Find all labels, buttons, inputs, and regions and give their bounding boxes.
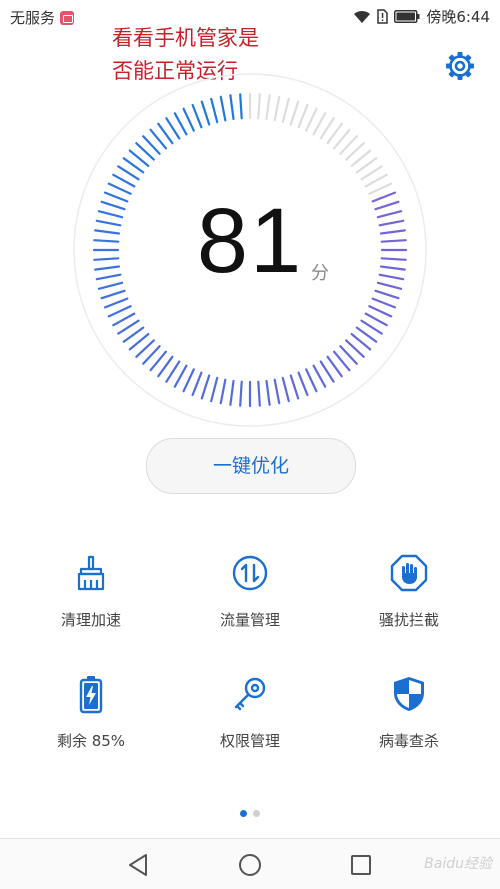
gauge-tick-filled xyxy=(107,182,132,195)
gauge-tick-filled xyxy=(107,305,132,318)
gauge-tick-empty xyxy=(312,112,327,136)
gauge-tick-filled xyxy=(200,100,211,126)
gauge-tick-filled xyxy=(219,378,227,405)
feature-harassment-block[interactable]: 骚扰拦截 xyxy=(326,553,492,630)
feature-clean-speedup[interactable]: 清理加速 xyxy=(8,553,174,630)
clock-text: 傍晚6:44 xyxy=(426,8,490,26)
one-click-optimize-button[interactable]: 一键优化 xyxy=(146,438,356,494)
gauge-tick-filled xyxy=(374,289,400,300)
gauge-tick-filled xyxy=(191,103,203,129)
gauge-tick-filled xyxy=(173,364,188,388)
gauge-tick-filled xyxy=(229,94,235,121)
gauge-tick-filled xyxy=(364,312,388,327)
gauge-tick-filled xyxy=(273,378,281,405)
gauge-tick-filled xyxy=(182,107,195,132)
feature-battery[interactable]: 剩余 85% xyxy=(8,674,174,751)
back-icon[interactable] xyxy=(126,852,152,878)
sim-card-icon xyxy=(60,10,75,25)
feature-label: 清理加速 xyxy=(60,611,121,629)
gauge-tick-empty xyxy=(305,107,318,132)
home-icon[interactable] xyxy=(237,852,263,878)
gauge-tick-filled xyxy=(210,376,219,403)
gauge-tick-filled xyxy=(368,305,393,318)
wifi-icon xyxy=(354,10,371,23)
gauge-tick-filled xyxy=(173,112,188,136)
recents-icon[interactable] xyxy=(348,852,374,878)
watermark-text: Baidu经验 xyxy=(424,856,492,872)
page-dot-active[interactable] xyxy=(240,810,247,817)
gauge-tick-filled xyxy=(239,93,243,120)
gauge-tick-filled xyxy=(210,97,219,124)
gauge-tick-filled xyxy=(265,379,271,406)
feature-data-management[interactable]: 流量管理 xyxy=(167,553,333,630)
gauge-tick-filled xyxy=(219,95,227,122)
gauge-tick-empty xyxy=(281,97,290,124)
gauge-tick-filled xyxy=(312,364,327,388)
page-dot[interactable] xyxy=(253,810,260,817)
feature-label: 流量管理 xyxy=(219,611,280,629)
gauge-tick-filled xyxy=(297,371,309,397)
gauge-tick-empty xyxy=(319,117,335,140)
gauge-tick-filled xyxy=(117,165,140,181)
gauge-tick-empty xyxy=(265,94,271,121)
gauge-tick-filled xyxy=(360,319,383,335)
gauge-tick-filled xyxy=(229,379,235,406)
gauge-tick-filled xyxy=(239,380,243,407)
gauge-tick-empty xyxy=(257,93,261,120)
broom-icon xyxy=(77,555,105,591)
gauge-tick-empty xyxy=(273,95,281,122)
gauge-tick-filled xyxy=(281,376,290,403)
hand-stop-icon xyxy=(390,554,428,592)
navigation-bar: Baidu经验 xyxy=(0,838,500,889)
gauge-tick-filled xyxy=(165,117,181,140)
gauge-tick-filled xyxy=(289,374,300,400)
battery-status-icon xyxy=(394,10,420,23)
score-value: 81 xyxy=(196,190,304,292)
battery-icon xyxy=(79,676,103,714)
sim-alert-icon xyxy=(377,9,389,24)
shield-icon xyxy=(394,677,424,711)
gauge-tick-filled xyxy=(112,173,136,188)
score-display: 81 xyxy=(0,195,500,287)
gauge-tick-empty xyxy=(289,100,300,126)
gauge-tick-filled xyxy=(371,297,397,309)
score-unit: 分 xyxy=(311,263,329,284)
gauge-tick-filled xyxy=(191,371,203,397)
feature-permission-management[interactable]: 权限管理 xyxy=(167,674,333,751)
key-icon xyxy=(234,677,266,711)
gauge-tick-filled xyxy=(117,319,140,335)
gauge-tick-empty xyxy=(360,165,383,181)
feature-label: 病毒查杀 xyxy=(378,732,439,750)
gauge-tick-filled xyxy=(100,289,126,300)
page-indicator xyxy=(0,802,500,821)
feature-label: 剩余 85% xyxy=(56,732,126,750)
gauge-tick-empty xyxy=(368,182,393,195)
gauge-tick-empty xyxy=(297,103,309,129)
gauge-tick-filled xyxy=(319,360,335,383)
status-right: 傍晚6:44 xyxy=(353,6,490,27)
feature-label: 骚扰拦截 xyxy=(378,611,439,629)
gauge-tick-filled xyxy=(182,368,195,393)
gauge-tick-filled xyxy=(257,380,261,407)
gauge-tick-filled xyxy=(165,360,181,383)
gauge-tick-empty xyxy=(364,173,388,188)
gear-icon[interactable] xyxy=(444,50,476,82)
feature-virus-scan[interactable]: 病毒查杀 xyxy=(326,674,492,751)
gauge-tick-filled xyxy=(103,297,129,309)
feature-label: 权限管理 xyxy=(219,732,280,750)
gauge-tick-filled xyxy=(305,368,318,393)
gauge-tick-filled xyxy=(112,312,136,327)
carrier-text: 无服务 xyxy=(10,9,56,27)
gauge-tick-filled xyxy=(200,374,211,400)
status-left: 无服务 xyxy=(10,7,75,28)
data-arrows-icon xyxy=(232,555,268,591)
annotation-line-1: 看看手机管家是 xyxy=(112,26,259,50)
